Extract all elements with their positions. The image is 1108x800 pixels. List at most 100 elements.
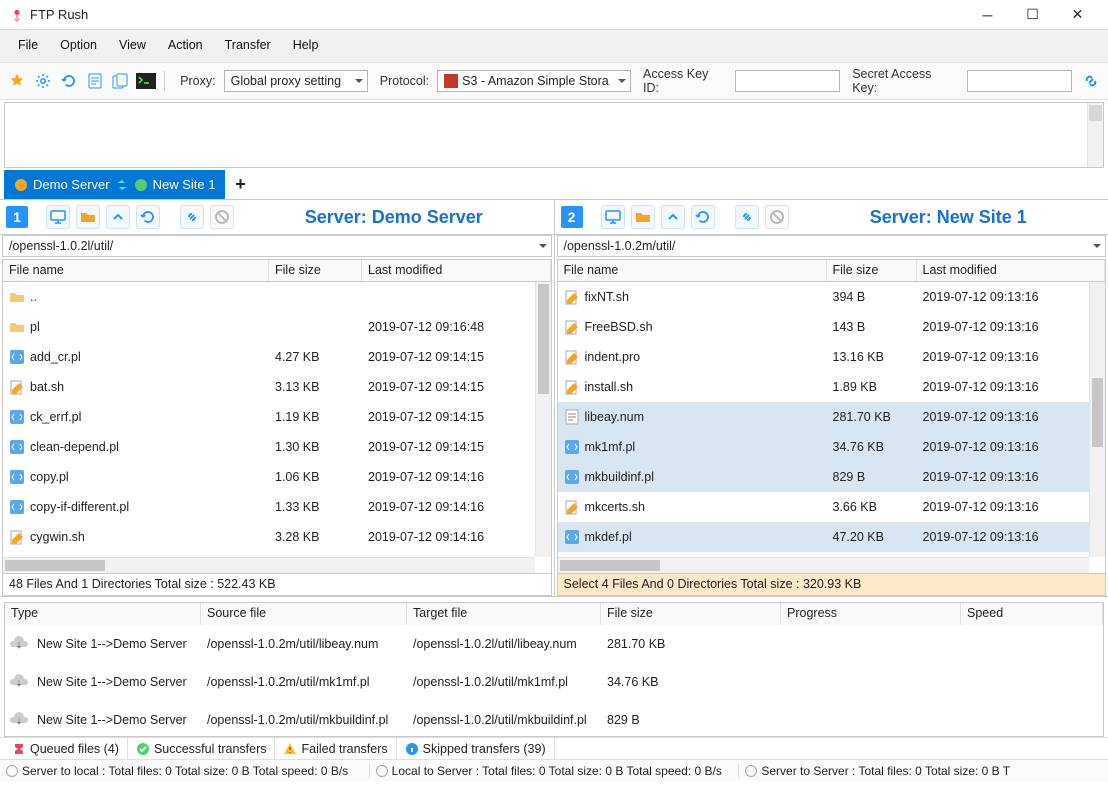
menu-option[interactable]: Option — [50, 34, 107, 56]
duplicate-button[interactable] — [109, 70, 131, 92]
left-file-list[interactable]: ..pl2019-07-12 09:16:48add_cr.pl4.27 KB2… — [2, 281, 552, 574]
up-button[interactable] — [106, 205, 130, 229]
file-row[interactable]: cygwin.sh3.28 KB2019-07-12 09:14:16 — [3, 522, 535, 552]
file-row[interactable]: fixNT.sh394 B2019-07-12 09:13:16 — [558, 282, 1090, 312]
sftp-icon — [134, 178, 148, 192]
menu-view[interactable]: View — [109, 34, 156, 56]
left-vscroll[interactable] — [535, 282, 551, 557]
toolbar: Proxy: Global proxy setting Protocol: S3… — [0, 63, 1108, 100]
monitor-button[interactable] — [46, 205, 70, 229]
col-filename[interactable]: File name — [3, 260, 269, 281]
up-button[interactable] — [661, 205, 685, 229]
favorites-button[interactable] — [6, 70, 28, 92]
check-icon — [136, 742, 150, 756]
disconnect-button[interactable] — [735, 205, 759, 229]
protocol-dropdown[interactable]: S3 - Amazon Simple Stora — [437, 70, 631, 92]
col-progress[interactable]: Progress — [781, 603, 961, 625]
file-row[interactable]: mkdef.pl47.20 KB2019-07-12 09:13:16 — [558, 522, 1090, 552]
refresh-button[interactable] — [58, 70, 80, 92]
menu-help[interactable]: Help — [283, 34, 329, 56]
file-row[interactable]: bat.sh3.13 KB2019-07-12 09:14:15 — [3, 372, 535, 402]
new-tab-button[interactable]: + — [225, 170, 255, 199]
folder-button[interactable] — [631, 205, 655, 229]
window-title: FTP Rush — [30, 7, 965, 22]
access-key-input[interactable] — [735, 70, 840, 92]
file-row[interactable]: add_cr.pl4.27 KB2019-07-12 09:14:15 — [3, 342, 535, 372]
left-hscroll[interactable] — [3, 557, 535, 573]
access-key-label: Access Key ID: — [635, 67, 731, 95]
file-row[interactable]: indent.pro13.16 KB2019-07-12 09:13:16 — [558, 342, 1090, 372]
col-filesize[interactable]: File size — [269, 260, 362, 281]
left-pane: 1 Server: Demo Server /openssl-1.0.2l/ut… — [0, 200, 555, 596]
file-row[interactable]: ck_errf.pl1.19 KB2019-07-12 09:14:15 — [3, 402, 535, 432]
left-status: 48 Files And 1 Directories Total size : … — [2, 574, 552, 596]
file-row[interactable]: clean-depend.pl1.30 KB2019-07-12 09:14:1… — [3, 432, 535, 462]
tab-skipped[interactable]: Skipped transfers (39) — [397, 738, 555, 759]
queue-row[interactable]: New Site 1-->Demo Server/openssl-1.0.2m/… — [5, 625, 1103, 663]
proxy-dropdown[interactable]: Global proxy setting — [224, 70, 368, 92]
right-path-input[interactable]: /openssl-1.0.2m/util/ — [557, 235, 1107, 257]
monitor-button[interactable] — [601, 205, 625, 229]
status-local-server: Local to Server : Total files: 0 Total s… — [370, 764, 740, 778]
col-source[interactable]: Source file — [201, 603, 407, 625]
stop-button[interactable] — [765, 205, 789, 229]
document-button[interactable] — [84, 70, 106, 92]
file-row[interactable]: mkcerts.sh3.66 KB2019-07-12 09:13:16 — [558, 492, 1090, 522]
col-filename[interactable]: File name — [558, 260, 827, 281]
queued-icon — [12, 742, 26, 756]
close-button[interactable]: ✕ — [1055, 1, 1100, 29]
menu-file[interactable]: File — [8, 34, 48, 56]
col-speed[interactable]: Speed — [961, 603, 1103, 625]
settings-button[interactable] — [32, 70, 54, 92]
right-vscroll[interactable] — [1089, 282, 1105, 557]
right-file-list[interactable]: fixNT.sh394 B2019-07-12 09:13:16FreeBSD.… — [557, 281, 1107, 574]
download-icon — [9, 710, 29, 730]
tab-failed[interactable]: Failed transfers — [275, 738, 396, 759]
warn-icon — [283, 742, 297, 756]
file-row[interactable]: FreeBSD.sh143 B2019-07-12 09:13:16 — [558, 312, 1090, 342]
file-row[interactable]: mkbuildinf.pl829 B2019-07-12 09:13:16 — [558, 462, 1090, 492]
file-row[interactable]: copy-if-different.pl1.33 KB2019-07-12 09… — [3, 492, 535, 522]
col-modified[interactable]: Last modified — [362, 260, 551, 281]
left-path-input[interactable]: /openssl-1.0.2l/util/ — [2, 235, 552, 257]
secret-key-input[interactable] — [967, 70, 1072, 92]
log-area — [4, 102, 1104, 168]
col-modified[interactable]: Last modified — [917, 260, 1106, 281]
app-icon — [10, 8, 24, 22]
stop-button[interactable] — [210, 205, 234, 229]
right-hscroll[interactable] — [558, 557, 1090, 573]
file-row[interactable]: pl2019-07-12 09:16:48 — [3, 312, 535, 342]
ftp-icon — [14, 178, 28, 192]
folder-button[interactable] — [76, 205, 100, 229]
tab-queued[interactable]: Queued files (4) — [4, 738, 128, 759]
file-row[interactable]: mk1mf.pl34.76 KB2019-07-12 09:13:16 — [558, 432, 1090, 462]
status-server-server: Server to Server : Total files: 0 Total … — [739, 764, 1108, 778]
tab-successful[interactable]: Successful transfers — [128, 738, 276, 759]
menu-bar: File Option View Action Transfer Help — [0, 30, 1108, 63]
col-type[interactable]: Type — [5, 603, 201, 625]
file-row[interactable]: libeay.num281.70 KB2019-07-12 09:13:16 — [558, 402, 1090, 432]
col-filesize[interactable]: File size — [827, 260, 917, 281]
terminal-button[interactable] — [135, 70, 157, 92]
col-target[interactable]: Target file — [407, 603, 601, 625]
disconnect-button[interactable] — [180, 205, 204, 229]
site-tabs: Demo Server New Site 1 + — [0, 170, 1108, 200]
download-icon — [9, 634, 29, 654]
file-row[interactable]: install.sh1.89 KB2019-07-12 09:13:16 — [558, 372, 1090, 402]
queue-row[interactable]: New Site 1-->Demo Server/openssl-1.0.2m/… — [5, 701, 1103, 736]
tab-demo-server[interactable]: Demo Server New Site 1 — [4, 170, 225, 199]
log-scrollbar[interactable] — [1087, 103, 1103, 167]
col-size[interactable]: File size — [601, 603, 781, 625]
maximize-button[interactable]: ☐ — [1010, 1, 1055, 29]
menu-action[interactable]: Action — [158, 34, 213, 56]
menu-transfer[interactable]: Transfer — [215, 34, 281, 56]
right-status: Select 4 Files And 0 Directories Total s… — [557, 574, 1107, 596]
refresh-pane-button[interactable] — [136, 205, 160, 229]
connect-button[interactable] — [1080, 70, 1102, 92]
file-row[interactable]: .. — [3, 282, 535, 312]
minimize-button[interactable]: ─ — [965, 1, 1010, 29]
file-row[interactable]: copy.pl1.06 KB2019-07-12 09:14:16 — [3, 462, 535, 492]
queue-row[interactable]: New Site 1-->Demo Server/openssl-1.0.2m/… — [5, 663, 1103, 701]
refresh-pane-button[interactable] — [691, 205, 715, 229]
separator — [164, 71, 165, 91]
